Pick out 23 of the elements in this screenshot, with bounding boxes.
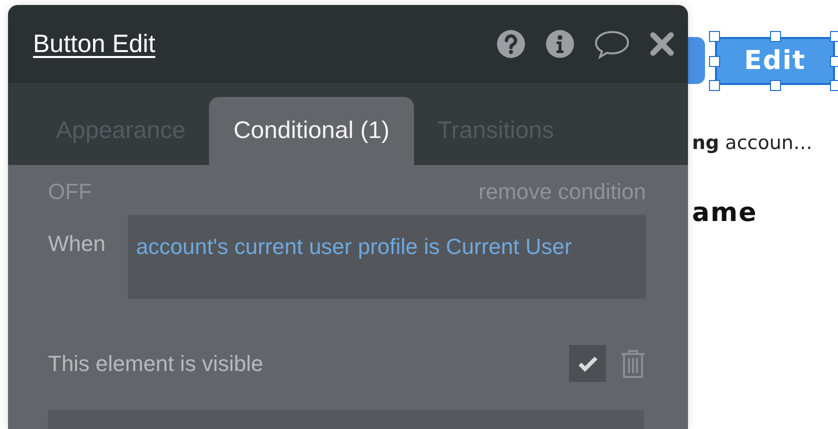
button[interactable] [688, 37, 705, 84]
speech-bubble-icon[interactable] [594, 29, 630, 59]
resize-handle[interactable] [830, 80, 838, 91]
panel-title[interactable]: Button Edit [33, 30, 156, 58]
resize-handle[interactable] [830, 31, 838, 42]
resize-handle[interactable] [709, 31, 720, 42]
help-icon[interactable] [496, 29, 526, 59]
close-icon[interactable] [649, 31, 675, 57]
check-icon [578, 356, 598, 372]
resize-handle[interactable] [770, 31, 781, 42]
edit-button[interactable]: Edit [715, 37, 835, 85]
heading-fragment: ame [692, 198, 758, 228]
resize-handle[interactable] [830, 56, 838, 67]
property-label: This element is visible [48, 350, 264, 376]
resize-handle[interactable] [709, 56, 720, 67]
expression-field[interactable]: account's current user profile is Current User [128, 215, 646, 299]
info-icon[interactable] [545, 29, 575, 59]
text-fragment: ng accoun… [692, 132, 814, 154]
checkbox[interactable] [569, 345, 606, 382]
resize-handle[interactable] [770, 80, 781, 91]
when-label: When [48, 230, 106, 257]
tab[interactable]: Conditional (1) [209, 97, 414, 165]
resize-handle[interactable] [709, 80, 720, 91]
